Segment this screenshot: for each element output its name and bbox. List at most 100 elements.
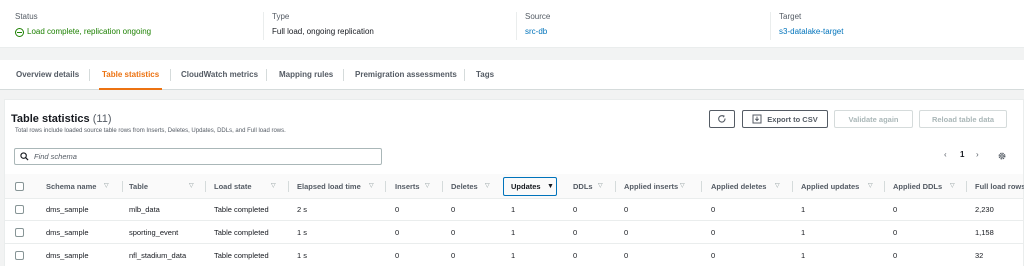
col-header-table[interactable]: Table: [129, 174, 148, 199]
cell-load-state: Table completed: [214, 228, 269, 237]
sort-caret-icon[interactable]: ▽: [868, 174, 873, 199]
source-field: Source src-db: [516, 12, 756, 40]
cell-applied-updates: 1: [801, 205, 806, 214]
search-input[interactable]: [34, 152, 364, 161]
col-header-applied-ddls[interactable]: Applied DDLs: [893, 174, 942, 199]
column-divider: [288, 181, 289, 192]
cell-applied-updates: 1: [801, 228, 806, 237]
export-csv-button[interactable]: Export to CSV: [742, 110, 828, 128]
sort-caret-icon[interactable]: ▽: [369, 174, 374, 199]
reload-table-data-button[interactable]: Reload table data: [919, 110, 1007, 128]
cell-inserts: 0: [395, 205, 400, 214]
cell-deletes: 0: [451, 228, 456, 237]
panel-title: Table statistics (11): [11, 113, 111, 126]
status-text: Load complete, replication ongoing: [27, 27, 152, 36]
cell-applied-deletes: 0: [711, 251, 716, 260]
cell-schema-name: dms_sample: [46, 228, 89, 237]
col-header-schema-name[interactable]: Schema name: [46, 174, 96, 199]
column-divider: [792, 181, 793, 192]
sort-caret-icon[interactable]: ▽: [680, 174, 685, 199]
cell-applied-inserts: 0: [624, 228, 629, 237]
tab-divider: [170, 69, 171, 81]
row-checkbox[interactable]: [15, 228, 24, 237]
col-header-updates[interactable]: Updates: [511, 174, 541, 199]
tab-overview-details[interactable]: Overview details: [16, 60, 79, 90]
table-row[interactable]: dms_sample nfl_stadium_data Table comple…: [5, 245, 1023, 266]
select-all-checkbox[interactable]: [15, 182, 24, 191]
cell-ddls: 0: [573, 251, 578, 260]
column-divider: [122, 181, 123, 192]
column-divider: [442, 181, 443, 192]
col-header-full-load-rows[interactable]: Full load rows: [975, 174, 1024, 199]
cell-updates: 1: [511, 251, 516, 260]
tab-table-statistics[interactable]: Table statistics: [98, 60, 163, 90]
cell-schema-name: dms_sample: [46, 251, 89, 260]
col-header-load-state[interactable]: Load state: [214, 174, 252, 199]
sort-caret-icon[interactable]: ▽: [271, 174, 276, 199]
type-value: Full load, ongoing replication: [272, 27, 374, 36]
row-checkbox[interactable]: [15, 251, 24, 260]
sort-caret-icon[interactable]: ▽: [189, 174, 194, 199]
cell-deletes: 0: [451, 205, 456, 214]
sort-descending-icon[interactable]: ▼: [547, 174, 554, 199]
tab-divider: [464, 69, 465, 81]
find-schema-search[interactable]: [14, 148, 382, 165]
current-page-number[interactable]: 1: [960, 150, 964, 159]
sort-caret-icon[interactable]: ▽: [104, 174, 109, 199]
column-divider: [615, 181, 616, 192]
cell-applied-inserts: 0: [624, 251, 629, 260]
sort-caret-icon[interactable]: ▽: [775, 174, 780, 199]
cell-inserts: 0: [395, 251, 400, 260]
search-icon: [20, 152, 29, 161]
col-header-ddls[interactable]: DDLs: [573, 174, 593, 199]
column-divider: [966, 181, 967, 192]
previous-page-button[interactable]: ‹: [944, 150, 947, 159]
sort-caret-icon[interactable]: ▽: [485, 174, 490, 199]
cell-ddls: 0: [573, 205, 578, 214]
cell-applied-updates: 1: [801, 251, 806, 260]
col-header-applied-updates[interactable]: Applied updates: [801, 174, 859, 199]
column-divider: [701, 181, 702, 192]
gear-icon[interactable]: [997, 151, 1007, 161]
column-divider: [385, 181, 386, 192]
sort-caret-icon[interactable]: ▽: [950, 174, 955, 199]
row-checkbox[interactable]: [15, 205, 24, 214]
tab-premigration-assessments[interactable]: Premigration assessments: [355, 60, 457, 90]
type-field: Type Full load, ongoing replication: [263, 12, 503, 40]
panel-title-count: (11): [92, 113, 112, 125]
source-label: Source: [525, 12, 551, 21]
type-label: Type: [272, 12, 290, 21]
col-header-applied-deletes[interactable]: Applied deletes: [711, 174, 766, 199]
next-page-button[interactable]: ›: [976, 150, 979, 159]
source-link[interactable]: src-db: [525, 27, 756, 37]
col-header-inserts[interactable]: Inserts: [395, 174, 420, 199]
cell-load-state: Table completed: [214, 251, 269, 260]
cell-applied-ddls: 0: [893, 251, 898, 260]
cell-inserts: 0: [395, 228, 400, 237]
cell-elapsed-load-time: 1 s: [297, 228, 308, 237]
status-value: Load complete, replication ongoing: [15, 27, 255, 37]
cell-applied-inserts: 0: [624, 205, 629, 214]
col-header-deletes[interactable]: Deletes: [451, 174, 478, 199]
tab-cloudwatch-metrics[interactable]: CloudWatch metrics: [181, 60, 258, 90]
export-csv-label: Export to CSV: [767, 114, 818, 124]
column-divider: [884, 181, 885, 192]
sort-caret-icon[interactable]: ▽: [598, 174, 603, 199]
sort-caret-icon[interactable]: ▽: [425, 174, 430, 199]
table-row[interactable]: dms_sample mlb_data Table completed 2 s …: [5, 199, 1023, 221]
table-row[interactable]: dms_sample sporting_event Table complete…: [5, 222, 1023, 244]
cell-full-load-rows: 1,158: [975, 228, 994, 237]
tab-tags[interactable]: Tags: [476, 60, 494, 90]
panel-title-text: Table statistics: [11, 113, 90, 125]
target-link[interactable]: s3-datalake-target: [779, 27, 1010, 37]
col-header-elapsed-load-time[interactable]: Elapsed load time: [297, 174, 361, 199]
tab-mapping-rules[interactable]: Mapping rules: [279, 60, 333, 90]
column-divider: [205, 181, 206, 192]
refresh-button[interactable]: [709, 110, 735, 128]
validate-again-button[interactable]: Validate again: [834, 110, 913, 128]
cell-applied-ddls: 0: [893, 205, 898, 214]
col-header-applied-inserts[interactable]: Applied inserts: [624, 174, 678, 199]
cell-applied-deletes: 0: [711, 228, 716, 237]
cell-full-load-rows: 2,230: [975, 205, 994, 214]
cell-elapsed-load-time: 1 s: [297, 251, 308, 260]
